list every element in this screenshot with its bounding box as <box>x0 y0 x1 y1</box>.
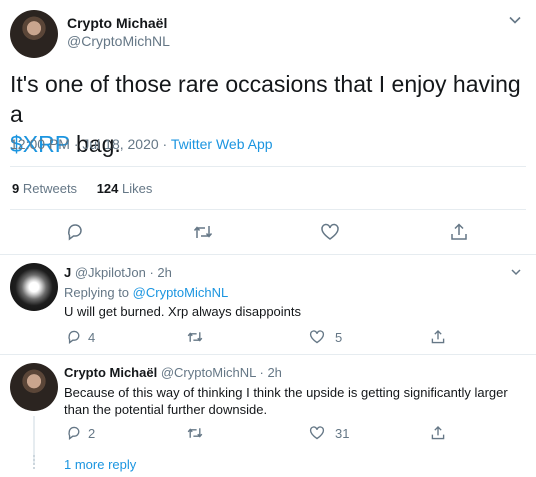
share-action[interactable] <box>430 425 446 441</box>
reply-author-name[interactable]: Crypto Michaël <box>64 365 157 380</box>
more-replies-link[interactable]: 1 more reply <box>64 457 136 472</box>
like-icon <box>309 329 325 345</box>
reply-author-avatar[interactable] <box>10 363 58 411</box>
likes-stat[interactable]: 124 Likes <box>97 181 153 196</box>
retweet-action[interactable] <box>186 329 204 345</box>
chevron-down-icon[interactable] <box>510 266 522 278</box>
reply-header: J @JkpilotJon · 2h <box>64 265 172 280</box>
replying-to-label: Replying to <box>64 285 133 300</box>
chevron-down-icon[interactable] <box>508 13 522 27</box>
share-icon[interactable] <box>449 222 469 242</box>
reply-count: 2 <box>88 425 96 441</box>
retweet-icon[interactable] <box>192 222 214 242</box>
divider <box>0 254 536 255</box>
tweet-meta: 12:00 PM · Jul 18, 2020 · Twitter Web Ap… <box>10 136 273 152</box>
reply-time[interactable]: · 2h <box>256 365 282 380</box>
like-count: 31 <box>335 425 350 441</box>
retweets-count: 9 <box>12 181 20 196</box>
likes-count: 124 <box>96 181 119 196</box>
reply-text: U will get burned. Xrp always disappoint… <box>64 304 302 319</box>
reply-icon[interactable] <box>65 222 85 242</box>
retweet-icon <box>186 329 204 345</box>
divider <box>10 209 526 210</box>
like-action[interactable]: 5 <box>309 329 342 345</box>
reply-time[interactable]: · 2h <box>146 265 171 280</box>
author-avatar[interactable] <box>10 10 58 58</box>
reply-author-name[interactable]: J <box>64 265 71 280</box>
like-action[interactable]: 31 <box>309 425 349 441</box>
tweet-stats: 9 Retweets 124 Likes <box>12 181 152 196</box>
reply-action[interactable]: 2 <box>66 425 95 441</box>
reply-count: 4 <box>88 329 96 345</box>
like-icon[interactable] <box>320 222 340 242</box>
likes-label: Likes <box>122 181 153 196</box>
tweet-timestamp[interactable]: 12:00 PM · Jul 18, 2020 · <box>10 136 171 152</box>
reply-author-handle[interactable]: @JkpilotJon <box>75 265 146 280</box>
thread-dots <box>33 455 37 469</box>
share-action[interactable] <box>430 329 446 345</box>
tweet-source-link[interactable]: Twitter Web App <box>171 136 273 152</box>
reply-author-handle[interactable]: @CryptoMichNL <box>161 365 256 380</box>
share-icon <box>430 425 446 441</box>
author-name[interactable]: Crypto Michaël <box>67 15 167 31</box>
reply-text: Because of this way of thinking I think … <box>64 385 508 417</box>
tweet-text-prefix: It's one of those rare occasions that I … <box>10 71 521 127</box>
replying-to-handle[interactable]: @CryptoMichNL <box>133 285 229 300</box>
reply-action[interactable]: 4 <box>66 329 95 345</box>
retweets-label: Retweets <box>22 181 78 196</box>
retweet-action[interactable] <box>186 425 204 441</box>
divider <box>0 354 536 355</box>
share-icon <box>430 329 446 345</box>
reply-header: Crypto Michaël @CryptoMichNL · 2h <box>64 365 282 380</box>
like-count: 5 <box>335 329 343 345</box>
divider <box>10 166 526 167</box>
replying-to: Replying to @CryptoMichNL <box>64 285 228 300</box>
retweet-icon <box>186 425 204 441</box>
reply-icon <box>66 425 82 441</box>
reply-author-avatar[interactable] <box>10 263 58 311</box>
retweets-stat[interactable]: 9 Retweets <box>12 181 81 196</box>
like-icon <box>309 425 325 441</box>
author-handle[interactable]: @CryptoMichNL <box>67 33 170 49</box>
reply-icon <box>66 329 82 345</box>
